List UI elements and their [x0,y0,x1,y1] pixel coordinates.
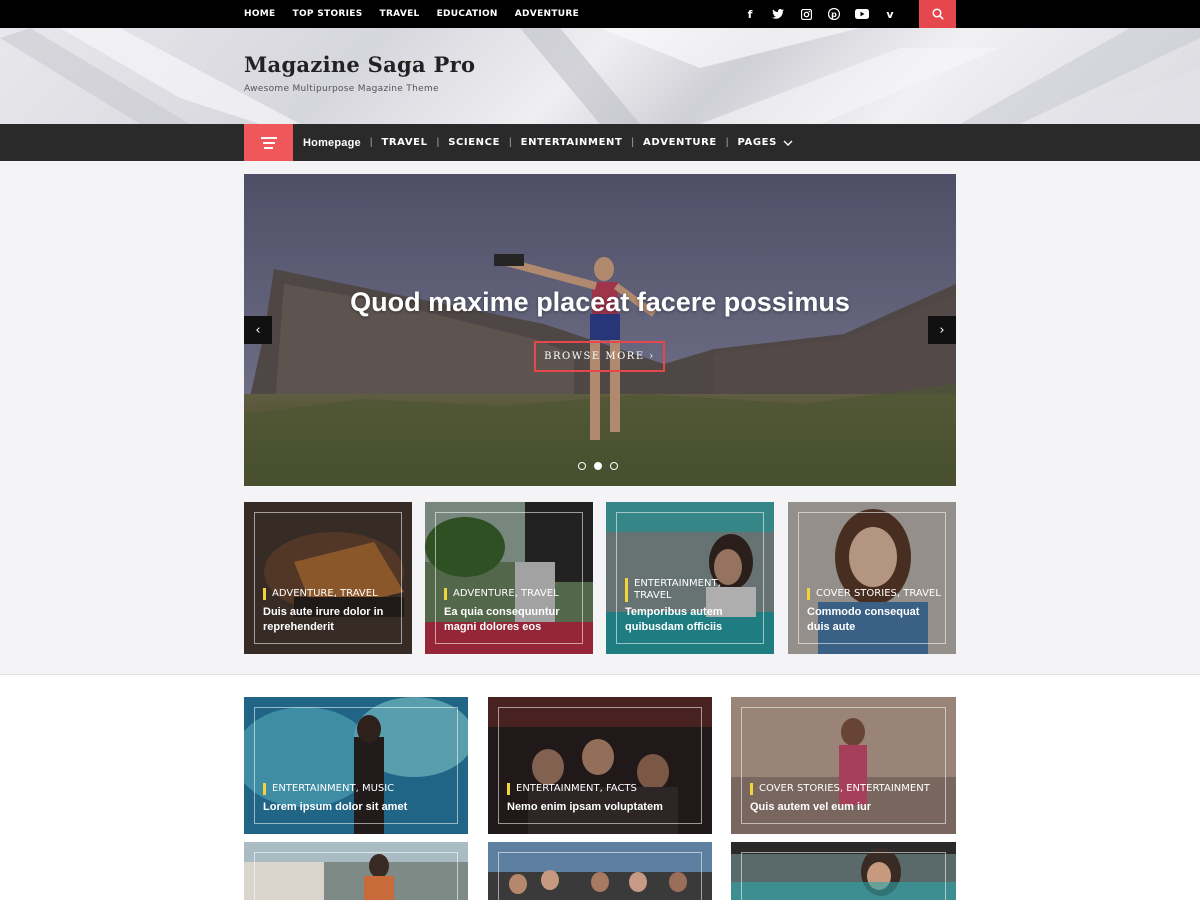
card-title[interactable]: Ea quia consequuntur magni dolores eos [444,605,574,635]
vimeo-icon[interactable]: v [876,0,904,28]
top-nav: HOME TOP STORIES TRAVEL EDUCATION ADVENT… [244,0,596,28]
nav-separator: | [725,137,729,148]
post-card[interactable]: ENTERTAINMENT, MUSIC Lorem ipsum dolor s… [244,697,468,834]
youtube-icon[interactable] [848,0,876,28]
top-bar: HOME TOP STORIES TRAVEL EDUCATION ADVENT… [0,0,1200,28]
card-category[interactable]: ADVENTURE, TRAVEL [263,588,378,600]
card-title[interactable]: Duis aute irure dolor in reprehenderit [263,605,393,635]
card-title[interactable]: Nemo enim ipsam voluptatem [507,800,697,815]
slider-dot-active[interactable] [594,462,602,470]
card-category[interactable]: ENTERTAINMENT, TRAVEL [625,578,725,602]
featured-card[interactable]: ADVENTURE, TRAVEL Ea quia consequuntur m… [425,502,593,654]
post-card[interactable] [731,842,956,900]
twitter-icon[interactable] [764,0,792,28]
nav-separator: | [509,137,512,148]
search-icon [931,8,944,20]
top-nav-top-stories[interactable]: TOP STORIES [293,9,363,19]
chevron-down-icon [783,140,793,146]
facebook-icon[interactable]: f [736,0,764,28]
nav-science[interactable]: SCIENCE [448,137,500,148]
nav-separator: | [436,137,440,148]
nav-pages[interactable]: PAGES [737,137,776,148]
post-card[interactable] [244,842,468,900]
hero-slider: Quod maxime placeat facere possimus BROW… [244,174,956,486]
nav-travel[interactable]: TRAVEL [381,137,427,148]
header-background-image [0,28,1200,124]
section-divider [0,674,1200,675]
top-nav-home[interactable]: HOME [244,9,276,19]
slider-pagination [578,462,618,470]
slider-dot[interactable] [578,462,586,470]
slider-prev-button[interactable]: ‹ [244,316,272,344]
slide-title[interactable]: Quod maxime placeat facere possimus [244,287,956,318]
post-card[interactable] [488,842,712,900]
card-category[interactable]: ADVENTURE, TRAVEL [444,588,559,600]
top-nav-travel[interactable]: TRAVEL [380,9,420,19]
main-navigation: Homepage | TRAVEL | SCIENCE | ENTERTAINM… [0,124,1200,161]
card-category[interactable]: ENTERTAINMENT, MUSIC [263,783,394,795]
site-tagline: Awesome Multipurpose Magazine Theme [244,84,439,94]
main-nav-items: Homepage | TRAVEL | SCIENCE | ENTERTAINM… [303,124,793,161]
featured-card[interactable]: ENTERTAINMENT, TRAVEL Temporibus autem q… [606,502,774,654]
social-links: f p v [736,0,904,28]
nav-separator: | [631,137,635,148]
top-nav-education[interactable]: EDUCATION [437,9,498,19]
nav-adventure[interactable]: ADVENTURE [643,137,717,148]
slider-dot[interactable] [610,462,618,470]
card-title[interactable]: Commodo consequat duis aute [807,605,937,635]
card-title[interactable]: Lorem ipsum dolor sit amet [263,800,453,815]
search-button[interactable] [919,0,956,28]
featured-card[interactable]: ADVENTURE, TRAVEL Duis aute irure dolor … [244,502,412,654]
browse-more-button[interactable]: BROWSE MORE › [534,341,665,372]
card-frame [498,852,702,900]
site-header: Magazine Saga Pro Awesome Multipurpose M… [0,28,1200,124]
post-card[interactable]: ENTERTAINMENT, FACTS Nemo enim ipsam vol… [488,697,712,834]
card-category[interactable]: COVER STORIES, ENTERTAINMENT [750,783,930,795]
post-card[interactable]: COVER STORIES, ENTERTAINMENT Quis autem … [731,697,956,834]
nav-separator: | [369,137,373,148]
card-title[interactable]: Quis autem vel eum iur [750,800,940,815]
nav-homepage[interactable]: Homepage [303,137,361,149]
nav-entertainment[interactable]: ENTERTAINMENT [521,137,623,148]
top-nav-adventure[interactable]: ADVENTURE [515,9,579,19]
card-title[interactable]: Temporibus autem quibusdam officiis [625,605,755,635]
pinterest-icon[interactable]: p [820,0,848,28]
featured-card[interactable]: COVER STORIES, TRAVEL Commodo consequat … [788,502,956,654]
card-frame [254,852,458,900]
slider-next-button[interactable]: › [928,316,956,344]
card-frame [741,852,946,900]
menu-toggle-button[interactable] [244,124,293,161]
svg-text:p: p [831,10,837,19]
site-title[interactable]: Magazine Saga Pro [244,52,475,77]
hero-slide-image [244,174,956,486]
card-category[interactable]: ENTERTAINMENT, FACTS [507,783,637,795]
instagram-icon[interactable] [792,0,820,28]
card-category[interactable]: COVER STORIES, TRAVEL [807,588,941,600]
